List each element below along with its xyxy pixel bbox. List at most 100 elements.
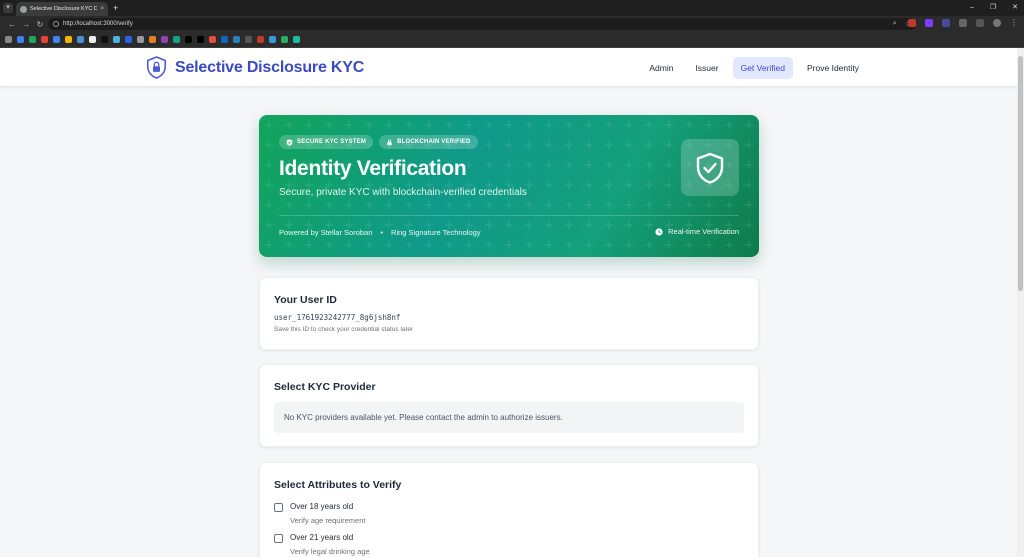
shield-check-icon bbox=[286, 138, 293, 146]
hero-subtitle: Secure, private KYC with blockchain-veri… bbox=[279, 187, 527, 198]
page-scrollbar[interactable] bbox=[1017, 48, 1024, 557]
hero-badges: SECURE KYC SYSTEM BLOCKCHAIN VERIFIED bbox=[279, 135, 478, 149]
shield-lock-logo-icon bbox=[146, 56, 167, 79]
reload-icon[interactable]: ↻ bbox=[33, 20, 47, 29]
browser-tab[interactable]: Selective Disclosure KYC Demo × bbox=[16, 2, 108, 16]
apps-grid-icon[interactable] bbox=[5, 36, 12, 43]
tab-favicon-icon bbox=[20, 5, 27, 13]
top-navbar: Selective Disclosure KYC Admin Issuer Ge… bbox=[0, 48, 1017, 87]
bookmark-icon[interactable] bbox=[281, 36, 288, 43]
user-id-hint: Save this ID to check your credential st… bbox=[274, 326, 414, 333]
nav-link-get-verified[interactable]: Get Verified bbox=[732, 57, 794, 79]
bookmark-icon[interactable] bbox=[137, 36, 144, 43]
card-title: Your User ID bbox=[274, 294, 337, 306]
hero-divider bbox=[279, 215, 739, 216]
hero-title: Identity Verification bbox=[279, 157, 467, 180]
bookmarks-bar bbox=[0, 32, 1024, 48]
address-bar[interactable]: http://localhost:3000/verify ⌕ ☆ bbox=[48, 18, 916, 30]
no-providers-notice: No KYC providers available yet. Please c… bbox=[274, 402, 744, 433]
over-18-checkbox[interactable] bbox=[274, 503, 283, 512]
bookmark-icon[interactable] bbox=[293, 36, 300, 43]
bookmark-icon[interactable] bbox=[29, 36, 36, 43]
bookmark-icon[interactable] bbox=[173, 36, 180, 43]
nav-link-prove-identity[interactable]: Prove Identity bbox=[799, 57, 867, 79]
over-21-checkbox[interactable] bbox=[274, 534, 283, 543]
bookmark-icon[interactable] bbox=[149, 36, 156, 43]
tab-search-icon[interactable]: ▾ bbox=[3, 3, 13, 13]
browser-tab-bar: ▾ Selective Disclosure KYC Demo × + – ❐ … bbox=[0, 0, 1024, 16]
bookmark-icon[interactable] bbox=[161, 36, 168, 43]
nav-link-issuer[interactable]: Issuer bbox=[687, 57, 726, 79]
minimize-icon[interactable]: – bbox=[970, 2, 974, 14]
footer-separator: • bbox=[380, 228, 384, 237]
bookmark-icon[interactable] bbox=[233, 36, 240, 43]
split-view-icon[interactable] bbox=[976, 19, 984, 27]
extension-icon[interactable] bbox=[925, 19, 933, 27]
bookmark-icon[interactable] bbox=[125, 36, 132, 43]
nav-links: Admin Issuer Get Verified Prove Identity bbox=[641, 57, 867, 79]
brand[interactable]: Selective Disclosure KYC bbox=[146, 56, 364, 79]
nav-link-admin[interactable]: Admin bbox=[641, 57, 681, 79]
bookmark-icon[interactable] bbox=[89, 36, 96, 43]
bookmark-icon[interactable] bbox=[101, 36, 108, 43]
brand-name: Selective Disclosure KYC bbox=[175, 58, 365, 76]
card-title: Select Attributes to Verify bbox=[274, 479, 402, 491]
clock-icon bbox=[655, 227, 663, 236]
bookmark-icon[interactable] bbox=[269, 36, 276, 43]
site-info-icon[interactable] bbox=[53, 21, 59, 27]
bookmark-icon[interactable] bbox=[77, 36, 84, 43]
shield-check-icon bbox=[696, 152, 724, 184]
card-title: Select KYC Provider bbox=[274, 381, 376, 393]
bookmark-icon[interactable] bbox=[41, 36, 48, 43]
hero-footer: Powered by Stellar Soroban • Ring Signat… bbox=[279, 228, 481, 237]
profile-avatar-icon[interactable] bbox=[993, 19, 1001, 27]
badge-label: SECURE KYC SYSTEM bbox=[297, 139, 367, 145]
bookmark-icon[interactable] bbox=[209, 36, 216, 43]
realtime-verification: Real-time Verification bbox=[655, 227, 739, 236]
attribute-description: Verify age requirement bbox=[290, 516, 366, 525]
maximize-icon[interactable]: ❐ bbox=[990, 2, 996, 14]
url-text[interactable]: http://localhost:3000/verify bbox=[63, 21, 889, 27]
bookmark-icon[interactable] bbox=[185, 36, 192, 43]
extensions-puzzle-icon[interactable] bbox=[959, 19, 967, 27]
scrollbar-thumb[interactable] bbox=[1018, 56, 1023, 291]
badge-label: BLOCKCHAIN VERIFIED bbox=[397, 139, 471, 145]
zoom-icon[interactable]: ⌕ bbox=[893, 20, 897, 28]
back-icon[interactable]: ← bbox=[5, 20, 19, 29]
attribute-label: Over 21 years old bbox=[290, 533, 354, 542]
extension-icon[interactable] bbox=[908, 19, 916, 27]
close-window-icon[interactable]: ✕ bbox=[1012, 2, 1018, 14]
hero-shield-box bbox=[681, 139, 739, 196]
menu-kebab-icon[interactable]: ⋮ bbox=[1010, 19, 1018, 27]
user-id-card: Your User ID user_1761923242777_8g6jsh8n… bbox=[259, 277, 759, 350]
attribute-label: Over 18 years old bbox=[290, 502, 354, 511]
window-controls: – ❐ ✕ bbox=[970, 2, 1018, 14]
forward-icon[interactable]: → bbox=[19, 20, 33, 29]
bookmark-icon[interactable] bbox=[221, 36, 228, 43]
bookmark-icon[interactable] bbox=[53, 36, 60, 43]
badge-secure-kyc: SECURE KYC SYSTEM bbox=[279, 135, 374, 149]
tab-title: Selective Disclosure KYC Demo bbox=[30, 6, 98, 12]
realtime-label: Real-time Verification bbox=[668, 227, 739, 236]
extensions-area: ⋮ bbox=[908, 19, 1018, 27]
lock-icon bbox=[387, 139, 392, 145]
browser-toolbar: ← → ↻ http://localhost:3000/verify ⌕ ☆ ⋮ bbox=[0, 16, 1024, 32]
bookmark-icon[interactable] bbox=[245, 36, 252, 43]
attribute-description: Verify legal drinking age bbox=[290, 547, 370, 556]
bookmark-icon[interactable] bbox=[17, 36, 24, 43]
bookmark-icon[interactable] bbox=[65, 36, 72, 43]
tab-close-icon[interactable]: × bbox=[100, 6, 104, 12]
new-tab-button[interactable]: + bbox=[113, 2, 118, 14]
attribute-option-over-21[interactable]: Over 21 years old Verify legal drinking … bbox=[274, 533, 370, 556]
bookmark-icon[interactable] bbox=[113, 36, 120, 43]
extension-icon[interactable] bbox=[942, 19, 950, 27]
bookmark-icon[interactable] bbox=[197, 36, 204, 43]
ring-signature-text: Ring Signature Technology bbox=[391, 228, 481, 237]
hero-banner: SECURE KYC SYSTEM BLOCKCHAIN VERIFIED Id… bbox=[259, 115, 759, 257]
attribute-option-over-18[interactable]: Over 18 years old Verify age requirement bbox=[274, 502, 365, 525]
page-viewport: Selective Disclosure KYC Admin Issuer Ge… bbox=[0, 48, 1017, 557]
badge-blockchain-verified: BLOCKCHAIN VERIFIED bbox=[379, 135, 478, 149]
attributes-card: Select Attributes to Verify Over 18 year… bbox=[259, 462, 759, 557]
bookmark-icon[interactable] bbox=[257, 36, 264, 43]
powered-by-text: Powered by Stellar Soroban bbox=[279, 228, 373, 237]
